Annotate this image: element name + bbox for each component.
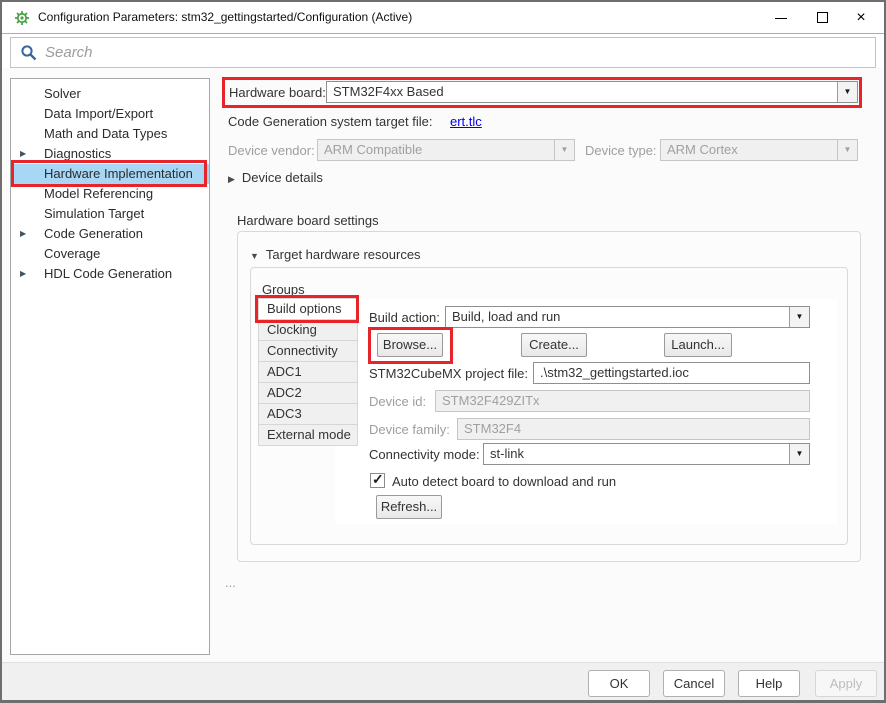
sidebar-item-coverage[interactable]: Coverage <box>11 244 209 264</box>
project-file-input[interactable]: .\stm32_gettingstarted.ioc <box>533 362 810 384</box>
expand-arrow-icon[interactable]: ▶ <box>20 144 34 164</box>
connectivity-mode-dropdown[interactable]: st-link ▼ <box>483 443 810 465</box>
device-details-expander[interactable]: ▶Device details <box>228 170 323 185</box>
minimize-button[interactable] <box>764 3 798 32</box>
group-item-connectivity[interactable]: Connectivity <box>259 341 357 362</box>
device-family-label: Device family: <box>369 422 450 437</box>
search-input[interactable]: Search <box>10 37 876 68</box>
maximize-button[interactable] <box>806 3 840 32</box>
close-icon: × <box>856 9 865 26</box>
sidebar-item-model-referencing[interactable]: Model Referencing <box>11 184 209 204</box>
cancel-button[interactable]: Cancel <box>663 670 725 697</box>
minimize-icon <box>775 18 787 19</box>
build-action-value: Build, load and run <box>452 309 560 324</box>
auto-detect-checkbox[interactable] <box>370 473 385 488</box>
sidebar-item-data-import-export[interactable]: Data Import/Export <box>11 104 209 124</box>
hardware-board-value: STM32F4xx Based <box>333 84 444 99</box>
device-vendor-label: Device vendor: <box>228 143 315 158</box>
sidebar-item-solver[interactable]: Solver <box>11 84 209 104</box>
title-bar: Configuration Parameters: stm32_gettings… <box>2 2 884 34</box>
group-item-clocking[interactable]: Clocking <box>259 320 357 341</box>
chevron-down-icon: ▼ <box>554 140 574 160</box>
group-item-build-options[interactable]: Build options <box>259 299 357 320</box>
sidebar-item-math-and-data-types[interactable]: Math and Data Types <box>11 124 209 144</box>
ert-tlc-link[interactable]: ert.tlc <box>450 114 482 129</box>
configuration-parameters-dialog: Configuration Parameters: stm32_gettings… <box>0 0 886 703</box>
chevron-down-icon[interactable]: ▼ <box>789 444 809 464</box>
maximize-icon <box>817 12 828 23</box>
groups-list: Build options Clocking Connectivity ADC1… <box>258 298 358 446</box>
simulink-gear-icon <box>14 10 30 26</box>
window-title: Configuration Parameters: stm32_gettings… <box>38 2 412 33</box>
browse-button[interactable]: Browse... <box>377 333 443 357</box>
device-id-label: Device id: <box>369 394 426 409</box>
group-item-adc2[interactable]: ADC2 <box>259 383 357 404</box>
search-placeholder: Search <box>45 38 93 67</box>
ok-button[interactable]: OK <box>588 670 650 697</box>
sidebar-item-hdl-code-generation[interactable]: ▶HDL Code Generation <box>11 264 209 284</box>
hardware-board-label: Hardware board: <box>229 85 326 100</box>
chevron-down-icon[interactable]: ▼ <box>789 307 809 327</box>
device-type-dropdown: ARM Cortex ▼ <box>660 139 858 161</box>
project-file-label: STM32CubeMX project file: <box>369 366 528 381</box>
device-vendor-dropdown: ARM Compatible ▼ <box>317 139 575 161</box>
auto-detect-label: Auto detect board to download and run <box>392 474 616 489</box>
device-vendor-value: ARM Compatible <box>324 142 422 157</box>
chevron-down-icon[interactable]: ▼ <box>837 82 857 102</box>
device-id-field: STM32F429ZITx <box>435 390 810 412</box>
build-action-dropdown[interactable]: Build, load and run ▼ <box>445 306 810 328</box>
target-file-label: Code Generation system target file: <box>228 114 433 129</box>
target-hardware-resources-expander[interactable]: ▼Target hardware resources <box>250 247 421 262</box>
search-icon <box>20 44 38 62</box>
hardware-board-dropdown[interactable]: STM32F4xx Based ▼ <box>326 81 858 103</box>
sidebar-item-code-generation[interactable]: ▶Code Generation <box>11 224 209 244</box>
build-action-label: Build action: <box>369 310 440 325</box>
chevron-down-icon: ▼ <box>837 140 857 160</box>
expand-arrow-icon[interactable]: ▶ <box>228 174 235 184</box>
refresh-button[interactable]: Refresh... <box>376 495 442 519</box>
launch-button[interactable]: Launch... <box>664 333 732 357</box>
group-item-external-mode[interactable]: External mode <box>259 425 357 445</box>
connectivity-mode-label: Connectivity mode: <box>369 447 480 462</box>
sidebar-item-hardware-implementation[interactable]: Hardware Implementation <box>11 164 209 184</box>
device-family-field: STM32F4 <box>457 418 810 440</box>
group-item-adc3[interactable]: ADC3 <box>259 404 357 425</box>
create-button[interactable]: Create... <box>521 333 587 357</box>
sidebar-item-diagnostics[interactable]: ▶Diagnostics <box>11 144 209 164</box>
category-tree: Solver Data Import/Export Math and Data … <box>10 78 210 655</box>
sidebar-item-simulation-target[interactable]: Simulation Target <box>11 204 209 224</box>
device-type-label: Device type: <box>585 143 657 158</box>
collapsed-content-ellipsis: ... <box>225 575 236 590</box>
connectivity-mode-value: st-link <box>490 446 524 461</box>
collapse-arrow-icon[interactable]: ▼ <box>250 251 259 261</box>
groups-label: Groups <box>262 282 305 297</box>
expand-arrow-icon[interactable]: ▶ <box>20 264 34 284</box>
close-button[interactable]: × <box>844 3 878 32</box>
device-type-value: ARM Cortex <box>667 142 738 157</box>
apply-button: Apply <box>815 670 877 697</box>
dialog-button-bar: OK Cancel Help Apply <box>2 662 884 700</box>
board-settings-title: Hardware board settings <box>237 213 379 228</box>
group-item-adc1[interactable]: ADC1 <box>259 362 357 383</box>
help-button[interactable]: Help <box>738 670 800 697</box>
expand-arrow-icon[interactable]: ▶ <box>20 224 34 244</box>
